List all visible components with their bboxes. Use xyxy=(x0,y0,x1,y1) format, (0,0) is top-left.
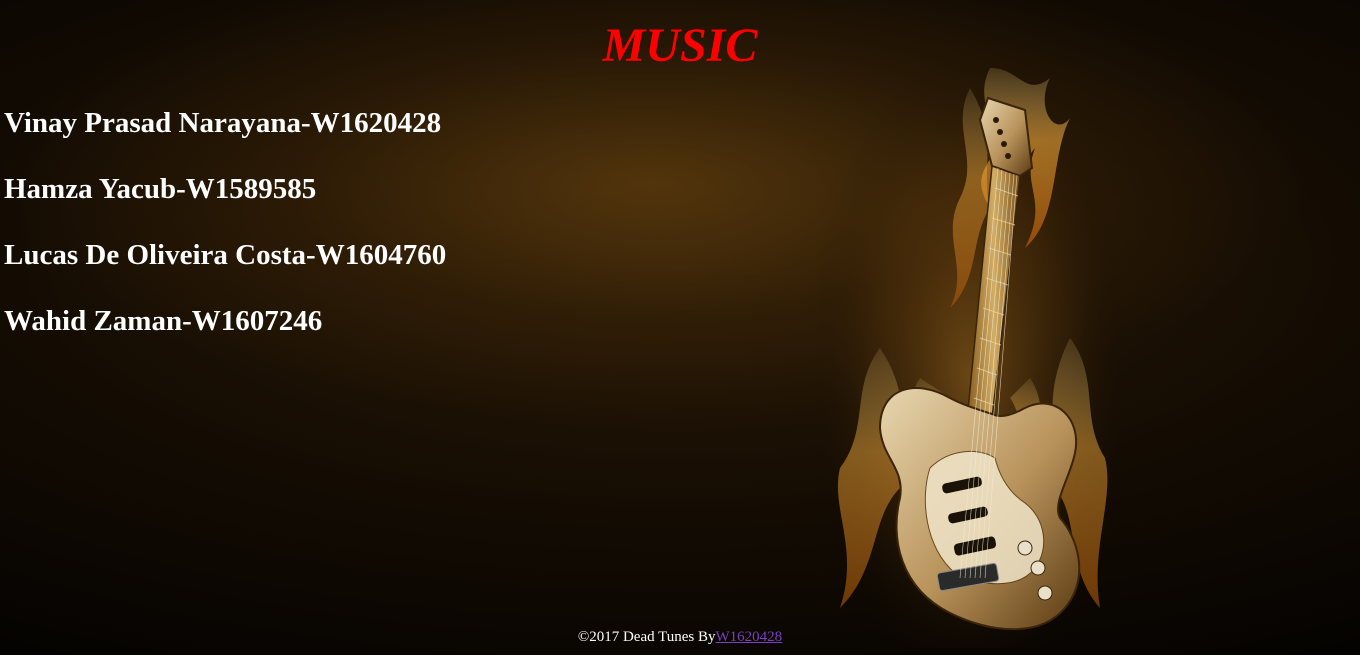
flaming-guitar-image xyxy=(820,48,1120,648)
member-list: Vinay Prasad Narayana-W1620428 Hamza Yac… xyxy=(4,102,446,366)
member-name: Vinay Prasad Narayana-W1620428 xyxy=(4,107,442,139)
member-name: Lucas De Oliveira Costa-W1604760 xyxy=(4,239,447,271)
footer-author-link[interactable]: W1620428 xyxy=(716,629,783,645)
footer: ©2017 Dead Tunes ByW1620428 xyxy=(0,627,1360,647)
member-name: Hamza Yacub-W1589585 xyxy=(4,173,317,205)
page-title: MUSIC xyxy=(602,19,758,72)
member-name: Wahid Zaman-W1607246 xyxy=(4,305,323,337)
footer-copyright: ©2017 Dead Tunes By xyxy=(577,629,716,645)
